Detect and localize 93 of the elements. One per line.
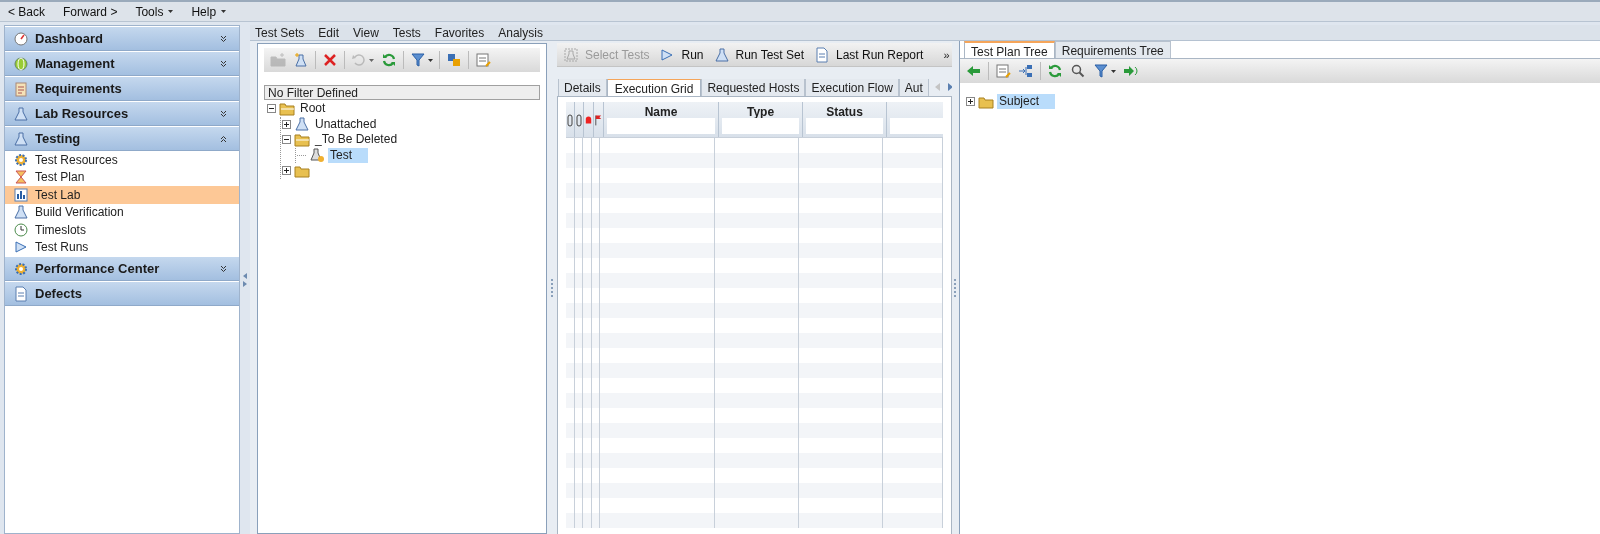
module-header[interactable]: Management (5, 52, 239, 76)
splitter-handle[interactable] (954, 278, 957, 297)
toolbar-button[interactable]: Run (659, 45, 704, 64)
tree-node[interactable]: Subject (997, 94, 1056, 110)
delete-icon (322, 52, 338, 68)
hourglass-icon (13, 169, 29, 186)
go-to-icon (1123, 63, 1139, 79)
overflow-button[interactable]: » (943, 49, 950, 60)
menu-item[interactable]: Tests (392, 23, 421, 42)
tab[interactable]: Execution Grid (606, 79, 702, 96)
clipboard-icon (13, 80, 29, 97)
menu-item[interactable]: Analysis (498, 23, 543, 42)
module-header[interactable]: Defects (5, 282, 239, 306)
menu-item[interactable]: Test Sets (255, 23, 305, 42)
caret-icon (1111, 69, 1116, 73)
menu-item[interactable]: Forward > (63, 2, 118, 21)
refresh-icon (381, 52, 397, 68)
flask-icon (563, 46, 579, 63)
module-header[interactable]: Dashboard (5, 27, 239, 51)
module-header[interactable]: Testing (5, 127, 239, 151)
expand-icon[interactable] (966, 97, 975, 107)
menu-item[interactable]: Tools (135, 2, 174, 21)
module-item[interactable]: Test Lab (5, 186, 239, 204)
collapse-icon[interactable] (267, 104, 276, 114)
folder-icon (294, 131, 310, 148)
filter-field[interactable] (890, 118, 943, 134)
document-icon (814, 46, 830, 63)
tab[interactable]: Requested Hosts (701, 79, 806, 96)
scroll-right-icon[interactable] (947, 83, 952, 91)
menu-item[interactable]: Edit (318, 23, 340, 42)
tree-node[interactable]: Root (298, 101, 328, 117)
play-icon (13, 239, 29, 256)
new-folder-icon (270, 52, 286, 68)
column-header[interactable]: Type (746, 103, 775, 118)
filter-bar: No Filter Defined (264, 85, 540, 100)
back-arrow-icon (966, 63, 982, 79)
globe-icon (13, 55, 29, 72)
reset-icon (351, 52, 367, 68)
column-header[interactable]: Status (826, 103, 863, 118)
refresh-icon (1047, 63, 1063, 79)
toolbar-button[interactable] (1121, 63, 1141, 79)
module-header[interactable]: Performance Center (5, 257, 239, 281)
tab[interactable]: Test Plan Tree (964, 41, 1055, 58)
menu-item[interactable]: < Back (8, 2, 46, 21)
hierarchy-icon (1018, 63, 1034, 79)
filter-icon (410, 52, 426, 68)
menu-item[interactable]: Favorites (434, 23, 485, 42)
sync-icon (446, 52, 462, 68)
folder-icon (279, 100, 295, 117)
gear-icon (13, 151, 29, 168)
menu-item[interactable]: Help (191, 2, 227, 21)
filter-field[interactable] (607, 118, 715, 134)
menu-item[interactable]: View (353, 23, 379, 42)
flask-icon (713, 46, 730, 63)
flask-icon (13, 105, 29, 122)
splitter-handle[interactable] (550, 278, 554, 297)
new-flask-icon (293, 52, 309, 68)
filter-field[interactable] (806, 118, 883, 134)
caret-icon (168, 10, 174, 13)
gear-icon (13, 260, 29, 277)
toolbar-button[interactable]: Last Run Report (814, 45, 924, 64)
flask-icon (13, 130, 29, 147)
toolbar-button[interactable]: Run Test Set (713, 45, 804, 64)
search-icon (1070, 63, 1086, 79)
module-header[interactable]: Requirements (5, 77, 239, 101)
filter-icon (1093, 63, 1109, 79)
tab[interactable]: Aut (898, 79, 929, 96)
expand-icon[interactable] (282, 166, 291, 176)
flask-icon (309, 147, 325, 164)
caret-icon (428, 58, 433, 62)
toolbar-button[interactable] (1091, 63, 1118, 79)
tree-node[interactable]: Test (328, 147, 368, 163)
collapse-icon[interactable] (282, 135, 291, 145)
tree-node[interactable]: _To Be Deleted (313, 132, 400, 148)
tab[interactable]: Requirements Tree (1054, 41, 1171, 58)
flask-icon (13, 204, 29, 221)
column-header[interactable]: Name (644, 103, 678, 118)
chart-icon (13, 186, 29, 203)
document-icon (13, 285, 29, 302)
tree-node[interactable]: Unattached (313, 116, 379, 132)
gauge-icon (13, 30, 29, 47)
module-header[interactable]: Lab Resources (5, 102, 239, 126)
notes-icon (995, 63, 1011, 79)
clock-icon (13, 221, 29, 238)
collapse-handle-icon[interactable] (242, 271, 248, 288)
filter-field[interactable] (722, 118, 799, 134)
caret-icon (369, 58, 374, 62)
caret-icon (221, 10, 227, 13)
tab[interactable]: Details (558, 79, 607, 96)
tab[interactable]: Execution Flow (805, 79, 899, 96)
expand-icon[interactable] (282, 119, 291, 129)
flask-icon (294, 116, 310, 133)
notes-icon (475, 52, 491, 68)
